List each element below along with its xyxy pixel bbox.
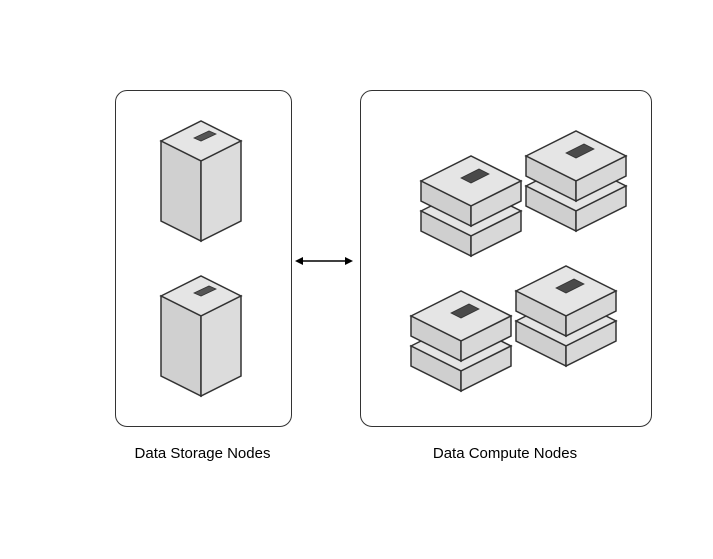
compute-label: Data Compute Nodes xyxy=(360,445,650,462)
compute-panel xyxy=(360,90,652,427)
compute-stack-icon xyxy=(386,116,636,411)
storage-label: Data Storage Nodes xyxy=(115,445,290,462)
storage-cube-icon xyxy=(146,271,256,406)
storage-cube-icon xyxy=(146,116,256,251)
storage-panel xyxy=(115,90,292,427)
bidirectional-arrow-icon xyxy=(295,253,353,263)
architecture-diagram: Data Storage Nodes Data Compute Nodes xyxy=(0,0,713,559)
